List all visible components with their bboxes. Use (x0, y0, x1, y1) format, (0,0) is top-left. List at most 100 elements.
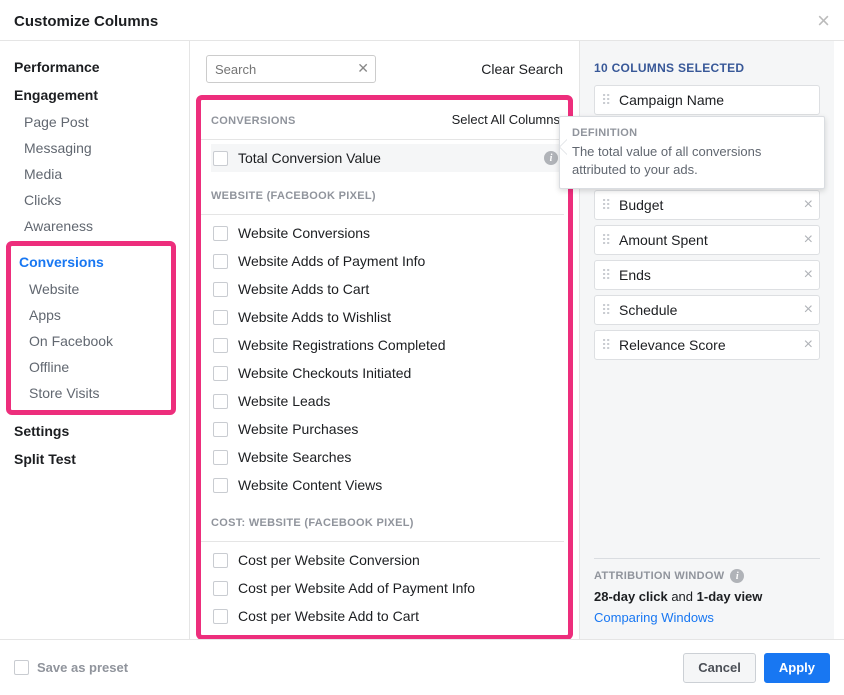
checkbox[interactable] (213, 282, 228, 297)
selected-column-label: Amount Spent (619, 232, 708, 248)
drag-handle-icon[interactable]: ⠿ (601, 95, 613, 105)
sidebar-group-engagement[interactable]: Engagement (14, 81, 189, 109)
selected-column-schedule[interactable]: ⠿Schedule× (594, 295, 820, 325)
sidebar-item-offline[interactable]: Offline (19, 354, 171, 380)
drag-handle-icon[interactable]: ⠿ (601, 305, 613, 315)
sidebar-item-awareness[interactable]: Awareness (14, 213, 189, 239)
metric-label: Website Leads (238, 393, 330, 409)
metric-website-conversions[interactable]: Website Conversions (211, 219, 564, 247)
divider (201, 214, 564, 215)
sidebar-group-performance[interactable]: Performance (14, 53, 189, 81)
metric-label: Cost per Website Conversion (238, 552, 420, 568)
sidebar-group-conversions[interactable]: Conversions (19, 248, 171, 276)
remove-icon[interactable]: × (804, 232, 813, 248)
selected-label: COLUMNS SELECTED (612, 61, 745, 75)
checkbox[interactable] (213, 310, 228, 325)
checkbox[interactable] (213, 478, 228, 493)
info-icon[interactable]: i (730, 569, 744, 583)
checkbox[interactable] (213, 553, 228, 568)
metric-label: Website Adds of Payment Info (238, 253, 425, 269)
sidebar-group-split-test[interactable]: Split Test (14, 445, 189, 473)
metric-cost-per-website-add-to-cart[interactable]: Cost per Website Add to Cart (211, 602, 564, 630)
metric-label: Website Searches (238, 449, 351, 465)
metric-website-adds-of-payment-info[interactable]: Website Adds of Payment Info (211, 247, 564, 275)
checkbox[interactable] (213, 450, 228, 465)
dialog-footer: Save as preset Cancel Apply (0, 639, 844, 695)
save-as-preset[interactable]: Save as preset (14, 660, 128, 675)
metric-label: Cost per Website Add of Payment Info (238, 580, 475, 596)
metric-cost-per-website-add-to-wishlist[interactable]: Cost per Website Add to Wishlist (211, 630, 564, 639)
metric-website-leads[interactable]: Website Leads (211, 387, 564, 415)
metric-label: Website Registrations Completed (238, 337, 446, 353)
metric-website-adds-to-wishlist[interactable]: Website Adds to Wishlist (211, 303, 564, 331)
sidebar-item-page-post[interactable]: Page Post (14, 109, 189, 135)
cancel-button[interactable]: Cancel (683, 653, 756, 683)
metric-cost-per-website-add-of-payment-info[interactable]: Cost per Website Add of Payment Info (211, 574, 564, 602)
remove-icon[interactable]: × (804, 302, 813, 318)
drag-handle-icon[interactable]: ⠿ (601, 340, 613, 350)
search-input[interactable] (206, 55, 376, 83)
dialog-title: Customize Columns (14, 13, 158, 30)
selected-header: 10 COLUMNS SELECTED (594, 61, 820, 85)
metric-website-searches[interactable]: Website Searches (211, 443, 564, 471)
sidebar-item-media[interactable]: Media (14, 161, 189, 187)
highlight-conversions: Conversions Website Apps On Facebook Off… (6, 241, 176, 415)
checkbox[interactable] (213, 581, 228, 596)
sidebar-item-store-visits[interactable]: Store Visits (19, 380, 171, 406)
checkbox[interactable] (213, 609, 228, 624)
sidebar-item-website[interactable]: Website (19, 276, 171, 302)
section-title: COST: WEBSITE (FACEBOOK PIXEL) (211, 517, 414, 529)
checkbox[interactable] (213, 394, 228, 409)
selected-column-relevance-score[interactable]: ⠿Relevance Score× (594, 330, 820, 360)
selected-column-amount-spent[interactable]: ⠿ Amount Spent × (594, 225, 820, 255)
footer-buttons: Cancel Apply (683, 653, 830, 683)
comparing-windows-link[interactable]: Comparing Windows (594, 610, 820, 625)
apply-button[interactable]: Apply (764, 653, 830, 683)
metrics-panel: ✕ Clear Search CONVERSIONS Select All Co… (190, 41, 580, 639)
metric-label: Cost per Website Add to Cart (238, 608, 419, 624)
drag-handle-icon[interactable]: ⠿ (601, 235, 613, 245)
metric-website-registrations-completed[interactable]: Website Registrations Completed (211, 331, 564, 359)
checkbox[interactable] (213, 422, 228, 437)
section-title: CONVERSIONS (211, 115, 296, 127)
drag-handle-icon[interactable]: ⠿ (601, 200, 613, 210)
checkbox[interactable] (213, 226, 228, 241)
definition-tooltip: DEFINITION The total value of all conver… (559, 116, 825, 189)
sidebar-group-settings[interactable]: Settings (14, 417, 189, 445)
remove-icon[interactable]: × (804, 267, 813, 283)
selected-column-budget[interactable]: ⠿Budget× (594, 190, 820, 220)
close-icon[interactable]: × (817, 10, 830, 32)
selected-column-campaign-name[interactable]: ⠿Campaign Name (594, 85, 820, 115)
selected-column-ends[interactable]: ⠿Ends× (594, 260, 820, 290)
remove-icon[interactable]: × (804, 337, 813, 353)
metric-label: Website Adds to Cart (238, 281, 369, 297)
divider (201, 541, 564, 542)
metric-website-content-views[interactable]: Website Content Views (211, 471, 564, 499)
metric-cost-per-website-conversion[interactable]: Cost per Website Conversion (211, 546, 564, 574)
metric-total-conversion-value[interactable]: Total Conversion Value i (211, 144, 564, 172)
checkbox[interactable] (213, 338, 228, 353)
sidebar-item-on-facebook[interactable]: On Facebook (19, 328, 171, 354)
select-all-link[interactable]: Select All Columns (452, 112, 560, 127)
attribution-window: ATTRIBUTION WINDOW i 28-day click and 1-… (594, 558, 820, 625)
remove-icon[interactable]: × (804, 197, 813, 213)
tooltip-body: The total value of all conversions attri… (572, 143, 812, 178)
metric-label: Website Conversions (238, 225, 370, 241)
metric-website-checkouts-initiated[interactable]: Website Checkouts Initiated (211, 359, 564, 387)
checkbox[interactable] (213, 366, 228, 381)
sidebar-item-messaging[interactable]: Messaging (14, 135, 189, 161)
metric-label: Website Purchases (238, 421, 358, 437)
checkbox[interactable] (14, 660, 29, 675)
metric-website-purchases[interactable]: Website Purchases (211, 415, 564, 443)
metric-website-adds-to-cart[interactable]: Website Adds to Cart (211, 275, 564, 303)
drag-handle-icon[interactable]: ⠿ (601, 270, 613, 280)
checkbox[interactable] (213, 151, 228, 166)
search-clear-icon[interactable]: ✕ (357, 60, 369, 77)
section-conversions-header: CONVERSIONS Select All Columns (211, 108, 564, 133)
metric-label: Total Conversion Value (238, 150, 381, 166)
sidebar-item-clicks[interactable]: Clicks (14, 187, 189, 213)
sidebar-item-apps[interactable]: Apps (19, 302, 171, 328)
clear-search-link[interactable]: Clear Search (481, 61, 563, 77)
search-wrapper: ✕ (206, 55, 376, 83)
checkbox[interactable] (213, 254, 228, 269)
